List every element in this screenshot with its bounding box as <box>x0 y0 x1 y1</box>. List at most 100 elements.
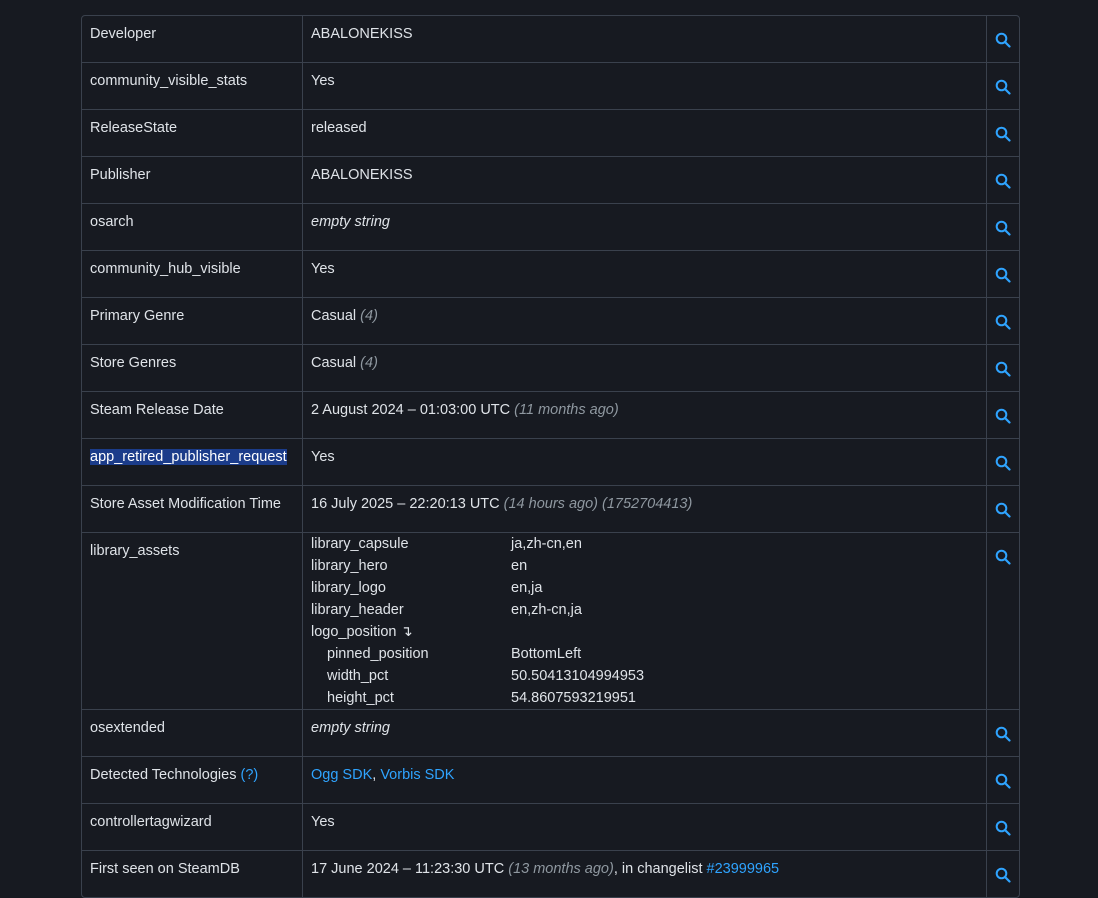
asset-key: library_hero <box>311 558 388 574</box>
search-icon[interactable] <box>995 449 1011 471</box>
first-seen-date: 17 June 2024 – 11:23:30 UTC <box>311 861 505 877</box>
genre-name: Casual <box>311 308 357 324</box>
row-value: 2 August 2024 – 01:03:00 UTC (11 months … <box>303 392 987 439</box>
search-icon[interactable] <box>995 355 1011 377</box>
search-icon[interactable] <box>995 861 1011 883</box>
search-icon[interactable] <box>995 26 1011 48</box>
row-value: ABALONEKISS <box>303 157 987 204</box>
tech-link-ogg[interactable]: Ogg SDK <box>311 767 372 783</box>
table-row: First seen on SteamDB 17 June 2024 – 11:… <box>82 851 1019 897</box>
asset-key: library_capsule <box>311 536 409 552</box>
app-info-table: Developer ABALONEKISS community_visible_… <box>81 15 1020 898</box>
table-row: community_hub_visible Yes <box>82 251 1019 298</box>
asset-key: logo_position <box>311 624 397 640</box>
search-icon[interactable] <box>995 308 1011 330</box>
genre-name: Casual <box>311 355 357 371</box>
table-row: osextended empty string <box>82 710 1019 757</box>
table-row: Store Genres Casual (4) <box>82 345 1019 392</box>
asset-value: en,ja <box>511 580 543 596</box>
asset-value: BottomLeft <box>511 646 582 662</box>
list-item: logo_position ↴ <box>311 621 978 643</box>
search-icon[interactable] <box>995 496 1011 518</box>
row-value: empty string <box>303 204 987 251</box>
row-value: Yes <box>303 63 987 110</box>
highlighted-key: app_retired_publisher_request <box>90 449 287 465</box>
row-key: Steam Release Date <box>82 392 303 439</box>
table-row: Detected Technologies (?) Ogg SDK, Vorbi… <box>82 757 1019 804</box>
list-item: library_header en,zh-cn,ja <box>311 599 978 621</box>
row-value: Ogg SDK, Vorbis SDK <box>303 757 987 804</box>
changelist-label: , in changelist <box>613 861 703 877</box>
help-link[interactable]: (?) <box>240 767 258 783</box>
list-item: library_logo en,ja <box>311 577 978 599</box>
table-row: library_assets library_capsule ja,zh-cn,e… <box>82 533 1019 710</box>
search-icon[interactable] <box>995 720 1011 742</box>
row-value: ABALONEKISS <box>303 16 987 63</box>
search-icon[interactable] <box>995 214 1011 236</box>
row-key: community_hub_visible <box>82 251 303 298</box>
changelist-link[interactable]: #23999965 <box>707 861 780 877</box>
asset-key: pinned_position <box>327 646 429 662</box>
asset-key: library_logo <box>311 580 386 596</box>
modification-time: 16 July 2025 – 22:20:13 UTC <box>311 496 500 512</box>
row-value: 17 June 2024 – 11:23:30 UTC (13 months a… <box>303 851 987 897</box>
relative-time: (13 months ago) <box>508 861 614 877</box>
row-key: ReleaseState <box>82 110 303 157</box>
search-icon[interactable] <box>995 767 1011 789</box>
row-key: Store Genres <box>82 345 303 392</box>
relative-time: (11 months ago) <box>514 402 619 418</box>
nested-arrow-icon: ↴ <box>400 624 413 640</box>
table-row: Developer ABALONEKISS <box>82 16 1019 63</box>
search-icon[interactable] <box>995 261 1011 283</box>
asset-value: en <box>511 558 528 574</box>
row-key: app_retired_publisher_request <box>82 439 303 486</box>
table-row: osarch empty string <box>82 204 1019 251</box>
row-key: community_visible_stats <box>82 63 303 110</box>
table-row: app_retired_publisher_request Yes <box>82 439 1019 486</box>
row-value: Casual (4) <box>303 298 987 345</box>
search-icon[interactable] <box>995 814 1011 836</box>
row-value: Yes <box>303 251 987 298</box>
row-key: Developer <box>82 16 303 63</box>
asset-value: ja,zh-cn,en <box>511 536 582 552</box>
table-row: ReleaseState released <box>82 110 1019 157</box>
row-value: released <box>303 110 987 157</box>
row-key: First seen on SteamDB <box>82 851 303 897</box>
tech-link-vorbis[interactable]: Vorbis SDK <box>380 767 454 783</box>
library-assets-list: library_capsule ja,zh-cn,en library_hero e… <box>303 533 987 710</box>
relative-time: (14 hours ago) <box>503 496 598 512</box>
row-key: Primary Genre <box>82 298 303 345</box>
asset-key: width_pct <box>327 668 389 684</box>
table-row: Store Asset Modification Time 16 July 20… <box>82 486 1019 533</box>
app-info-panel: Developer ABALONEKISS community_visible_… <box>81 15 1020 898</box>
row-key-label: Detected Technologies <box>90 767 237 783</box>
asset-value: 50.50413104994953 <box>511 668 645 684</box>
release-date: 2 August 2024 – 01:03:00 UTC <box>311 402 511 418</box>
asset-key: height_pct <box>327 690 394 706</box>
row-value: Casual (4) <box>303 345 987 392</box>
list-item: height_pct 54.8607593219951 <box>311 687 978 709</box>
row-value: 16 July 2025 – 22:20:13 UTC (14 hours ag… <box>303 486 987 533</box>
search-icon[interactable] <box>995 402 1011 424</box>
search-icon[interactable] <box>995 543 1011 565</box>
separator: , <box>372 767 377 783</box>
search-icon[interactable] <box>995 120 1011 142</box>
unix-timestamp: (1752704413) <box>602 496 693 512</box>
search-icon[interactable] <box>995 73 1011 95</box>
asset-key: library_header <box>311 602 404 618</box>
list-item: width_pct 50.50413104994953 <box>311 665 978 687</box>
search-icon[interactable] <box>995 167 1011 189</box>
row-value: Yes <box>303 804 987 851</box>
list-item: library_capsule ja,zh-cn,en <box>311 533 978 555</box>
row-value: Yes <box>303 439 987 486</box>
table-row: controllertagwizard Yes <box>82 804 1019 851</box>
asset-value: 54.8607593219951 <box>511 690 636 706</box>
list-item: library_hero en <box>311 555 978 577</box>
table-row: Publisher ABALONEKISS <box>82 157 1019 204</box>
row-key: osarch <box>82 204 303 251</box>
row-key: Detected Technologies (?) <box>82 757 303 804</box>
genre-id: (4) <box>360 355 378 371</box>
genre-id: (4) <box>360 308 378 324</box>
asset-value: en,zh-cn,ja <box>511 602 582 618</box>
list-item: pinned_position BottomLeft <box>311 643 978 665</box>
